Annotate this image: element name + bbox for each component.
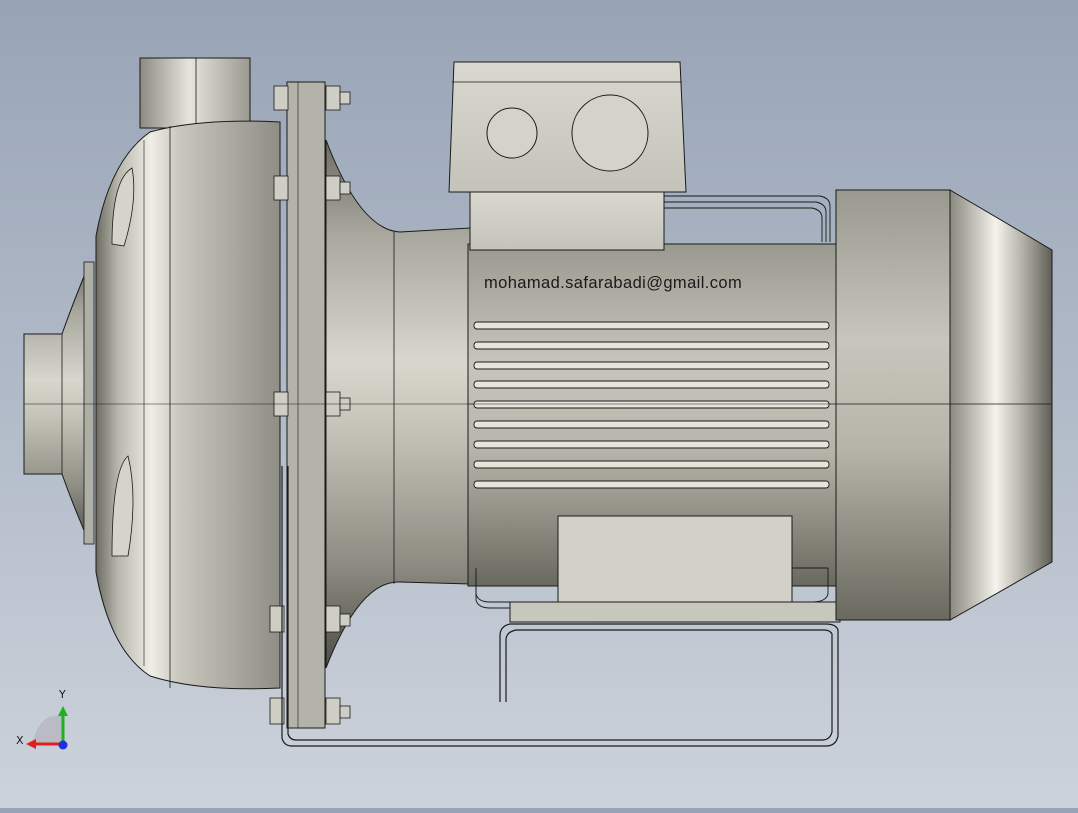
x-axis-label: X xyxy=(16,734,24,747)
motor-engraving-text: mohamad.safarabadi@gmail.com xyxy=(484,274,743,292)
orientation-triad[interactable] xyxy=(26,706,68,750)
fan-cover xyxy=(835,189,1053,621)
suction-inlet xyxy=(23,261,95,545)
cooling-fins xyxy=(473,321,830,489)
flange-plate xyxy=(286,81,326,729)
pump-casing xyxy=(95,120,281,690)
z-axis-point xyxy=(58,740,68,750)
y-axis-label: Y xyxy=(59,688,66,701)
discharge-pipe xyxy=(139,57,251,129)
terminal-box xyxy=(448,61,687,251)
cad-viewport[interactable]: mohamad.safarabadi@gmail.com Y X xyxy=(0,0,1078,808)
pump-model[interactable] xyxy=(0,0,1078,808)
upper-fins xyxy=(664,195,831,242)
motor-foot xyxy=(509,515,841,623)
